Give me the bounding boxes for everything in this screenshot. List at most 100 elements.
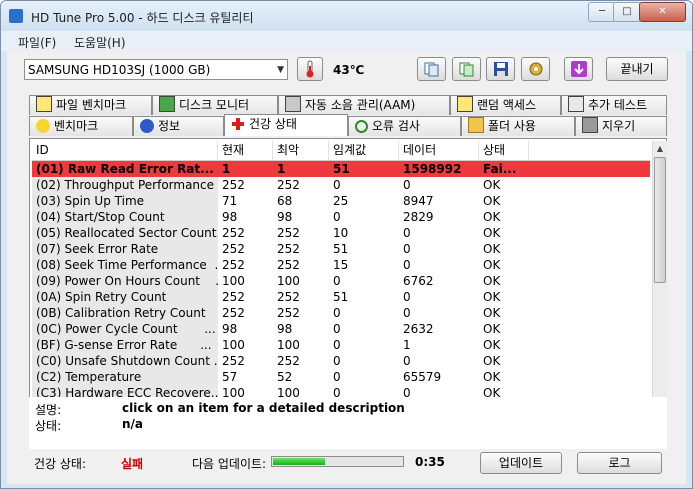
column-header-status[interactable]: 상태 [479, 141, 529, 160]
cell-data: 0 [403, 258, 411, 272]
floppy-icon [493, 62, 508, 76]
options-button[interactable] [521, 57, 550, 81]
cell-worst: 252 [277, 258, 300, 272]
download-button[interactable] [564, 57, 593, 81]
cell-id: (0C) Power Cycle Count ... [32, 321, 218, 337]
log-button[interactable]: 로그 [577, 452, 662, 474]
cell-id: (04) Start/Stop Count [32, 209, 218, 225]
tools-icon [529, 62, 542, 76]
table-row[interactable]: (03) Spin Up Time 71 68 25 8947 OK [32, 193, 650, 209]
info-icon [140, 119, 154, 133]
chevron-down-icon: ▼ [277, 65, 284, 75]
cell-id: (03) Spin Up Time [32, 193, 218, 209]
column-header-id[interactable]: ID [32, 141, 218, 160]
maximize-button[interactable]: □ [613, 2, 641, 22]
cell-status: Fai... [483, 162, 517, 176]
copy-screenshot-button[interactable] [452, 57, 481, 81]
table-row[interactable]: (C0) Unsafe Shutdown Count ... 252 252 0 0 OK [32, 353, 650, 369]
cell-id: (08) Seek Time Performance ... [32, 257, 218, 273]
table-row[interactable]: (09) Power On Hours Count ... 100 100 0 6762… [32, 273, 650, 289]
cell-threshold: 10 [333, 226, 349, 240]
exit-button[interactable]: 끝내기 [606, 57, 668, 81]
status-label: 상태: [35, 419, 62, 433]
vertical-scrollbar[interactable]: ▲ ▼ [652, 141, 667, 441]
drive-select[interactable]: SAMSUNG HD103SJ (1000 GB) ▼ [24, 59, 288, 80]
tab-health[interactable]: 건강 상태 [224, 114, 348, 136]
table-row[interactable]: (C2) Temperature 57 52 0 65579 OK [32, 369, 650, 385]
cell-worst: 1 [277, 162, 286, 176]
cell-worst: 100 [277, 338, 300, 352]
client-area: SAMSUNG HD103SJ (1000 GB) ▼ 43℃ 끝내기 파일 벤… [7, 51, 686, 484]
column-header-worst[interactable]: 최악 [273, 141, 329, 160]
table-row[interactable]: (05) Reallocated Sector Count... 252 252 10… [32, 225, 650, 241]
cell-status: OK [483, 242, 501, 256]
cell-current: 252 [222, 354, 245, 368]
tab-extra-tests[interactable]: 추가 테스트 [561, 95, 667, 115]
copy-image-icon [459, 62, 473, 77]
tab-file-benchmark[interactable]: 파일 벤치마크 [29, 95, 152, 115]
cell-worst: 100 [277, 274, 300, 288]
tab-folder-usage[interactable]: 폴더 사용 [461, 116, 575, 136]
cell-data: 0 [403, 354, 411, 368]
column-header-data[interactable]: 데이터 [399, 141, 479, 160]
table-row[interactable]: (07) Seek Error Rate 252 252 51 0 OK [32, 241, 650, 257]
column-header-threshold[interactable]: 임계값 [329, 141, 399, 160]
status-value: n/a [122, 417, 144, 431]
tab-disk-monitor[interactable]: 디스크 모니터 [152, 95, 278, 115]
copy-text-button[interactable] [417, 57, 446, 81]
speaker-icon [285, 96, 301, 112]
table-row[interactable]: (02) Throughput Performance 252 252 0 0 OK [32, 177, 650, 193]
table-row[interactable]: (01) Raw Read Error Rat... 1 1 51 1598992 Fai… [32, 161, 650, 177]
cell-threshold: 25 [333, 194, 349, 208]
cell-status: OK [483, 274, 501, 288]
cell-status: OK [483, 194, 501, 208]
next-update-label: 다음 업데이트: [192, 457, 267, 471]
tab-error-scan[interactable]: 오류 검사 [348, 116, 461, 136]
table-row[interactable]: (04) Start/Stop Count 98 98 0 2829 OK [32, 209, 650, 225]
cell-threshold: 0 [333, 322, 341, 336]
tab-erase[interactable]: 지우기 [575, 116, 667, 136]
title-bar: HD Tune Pro 5.00 - 하드 디스크 유틸리티 ─ □ ✕ [1, 1, 692, 31]
table-row[interactable]: (0A) Spin Retry Count 252 252 51 0 OK [32, 289, 650, 305]
next-update-time: 0:35 [415, 455, 445, 469]
save-button[interactable] [486, 57, 515, 81]
cell-id: (BF) G-sense Error Rate ... [32, 337, 218, 353]
cell-data: 2829 [403, 210, 434, 224]
cell-status: OK [483, 370, 501, 384]
app-window: HD Tune Pro 5.00 - 하드 디스크 유틸리티 ─ □ ✕ 파일(… [0, 0, 693, 489]
cell-worst: 52 [277, 370, 293, 384]
cell-threshold: 0 [333, 370, 341, 384]
minimize-button[interactable]: ─ [588, 2, 616, 22]
menu-file[interactable]: 파일(F) [18, 34, 56, 51]
cell-id: (09) Power On Hours Count ... [32, 273, 218, 289]
cell-worst: 252 [277, 242, 300, 256]
cell-status: OK [483, 322, 501, 336]
cell-id: (C2) Temperature [32, 369, 218, 385]
update-button[interactable]: 업데이트 [480, 452, 562, 474]
health-label: 건강 상태: [34, 457, 87, 471]
cell-current: 252 [222, 226, 245, 240]
magnifier-icon [355, 120, 368, 133]
tab-random-access[interactable]: 랜덤 액세스 [450, 95, 561, 115]
cell-worst: 252 [277, 290, 300, 304]
cell-threshold: 0 [333, 210, 341, 224]
cell-worst: 252 [277, 226, 300, 240]
table-row[interactable]: (08) Seek Time Performance ... 252 252 15 0 O… [32, 257, 650, 273]
table-row[interactable]: (0C) Power Cycle Count ... 98 98 0 2632 OK [32, 321, 650, 337]
menu-help[interactable]: 도움말(H) [74, 34, 126, 51]
scrollbar-thumb[interactable] [654, 157, 666, 283]
tab-benchmark[interactable]: 벤치마크 [29, 116, 133, 136]
cell-data: 2632 [403, 322, 434, 336]
column-header-current[interactable]: 현재 [218, 141, 273, 160]
table-row[interactable]: (0B) Calibration Retry Count 252 252 0 0 OK [32, 305, 650, 321]
cell-status: OK [483, 306, 501, 320]
tab-info[interactable]: 정보 [133, 116, 224, 136]
table-row[interactable]: (BF) G-sense Error Rate ... 100 100 0 1 OK [32, 337, 650, 353]
cell-worst: 252 [277, 178, 300, 192]
close-button[interactable]: ✕ [639, 2, 686, 22]
health-value: 실패 [121, 457, 144, 471]
next-update-progress [271, 456, 404, 467]
description-label: 설명: [35, 403, 62, 417]
scroll-up-icon[interactable]: ▲ [653, 141, 667, 156]
tab-aam[interactable]: 자동 소음 관리(AAM) [278, 95, 450, 115]
